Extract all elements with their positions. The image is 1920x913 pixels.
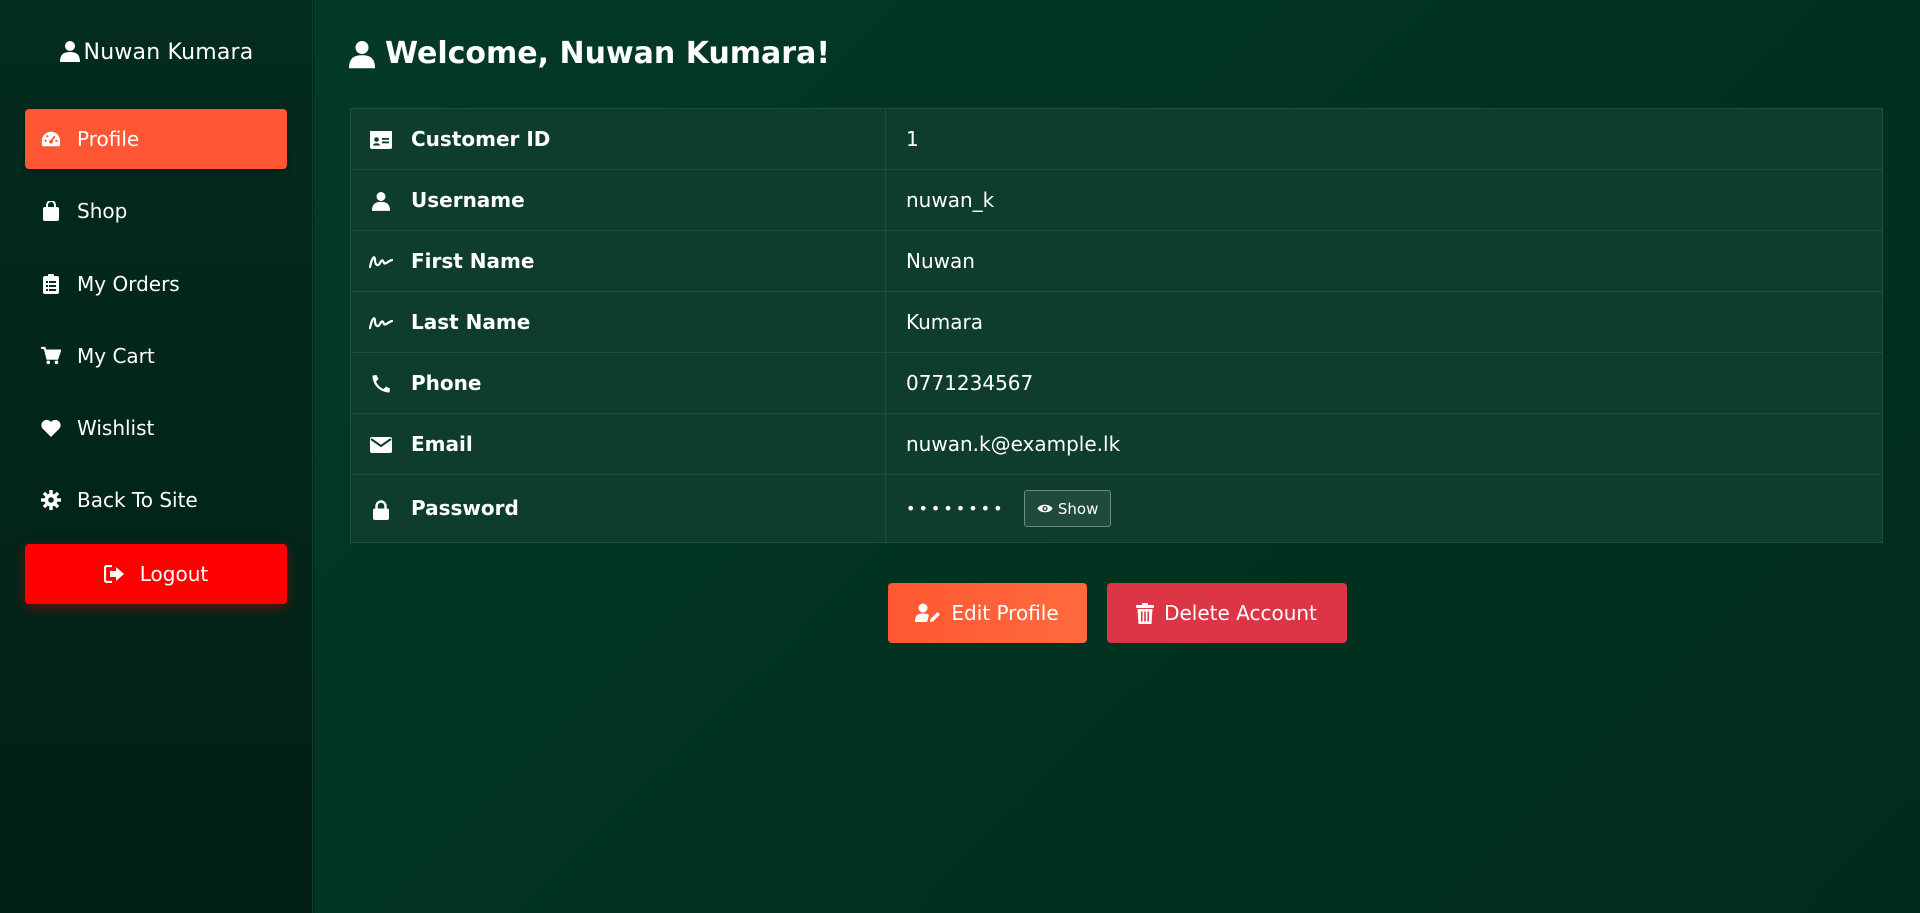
- logout-label: Logout: [139, 562, 209, 586]
- sidebar-item-label: My Orders: [77, 272, 180, 296]
- sidebar-item-label: Shop: [77, 199, 128, 223]
- user-icon: [369, 190, 393, 212]
- action-bar: Edit Profile Delete Account: [314, 583, 1920, 643]
- profile-table: Customer ID 1 Username nuwan_k First Nam…: [350, 108, 1883, 543]
- signature-icon: [369, 251, 393, 273]
- delete-account-button[interactable]: Delete Account: [1106, 583, 1347, 643]
- delete-account-label: Delete Account: [1164, 601, 1317, 625]
- id-card-icon: [369, 129, 393, 151]
- row-value: Kumara: [885, 291, 1883, 353]
- row-value: Nuwan: [885, 230, 1883, 292]
- sidebar-item-label: Wishlist: [77, 416, 155, 440]
- welcome-text: Welcome, Nuwan Kumara!: [385, 36, 831, 71]
- dashboard-icon: [41, 129, 61, 149]
- lock-icon: [369, 499, 393, 521]
- cart-icon: [41, 346, 61, 366]
- table-row: Password •••••••• Show: [350, 474, 1883, 543]
- phone-icon: [369, 373, 393, 395]
- table-row: First Name Nuwan: [350, 230, 1883, 292]
- password-mask: ••••••••: [906, 499, 1006, 518]
- table-row: Email nuwan.k@example.lk: [350, 413, 1883, 475]
- row-label: Phone: [411, 370, 482, 395]
- sidebar: Nuwan Kumara Profile Shop My Orders My C…: [0, 0, 313, 913]
- sidebar-item-profile[interactable]: Profile: [25, 109, 287, 169]
- edit-profile-button[interactable]: Edit Profile: [887, 583, 1087, 643]
- row-label: Last Name: [411, 309, 531, 334]
- table-row: Phone 0771234567: [350, 352, 1883, 414]
- heart-icon: [41, 418, 61, 438]
- sidebar-item-my-cart[interactable]: My Cart: [25, 326, 287, 386]
- sidebar-user: Nuwan Kumara: [0, 40, 313, 68]
- row-value: nuwan_k: [885, 169, 1883, 231]
- table-row: Username nuwan_k: [350, 169, 1883, 231]
- show-password-label: Show: [1057, 499, 1099, 518]
- sign-out-icon: [103, 565, 126, 583]
- row-value: nuwan.k@example.lk: [885, 413, 1883, 475]
- page-title: Welcome, Nuwan Kumara!: [349, 36, 830, 71]
- clipboard-icon: [41, 274, 61, 294]
- gear-icon: [41, 490, 61, 510]
- logout-button[interactable]: Logout: [25, 544, 287, 604]
- sidebar-user-name: Nuwan Kumara: [83, 40, 254, 65]
- eye-icon: [1037, 503, 1053, 514]
- row-value: 1: [885, 108, 1883, 170]
- shopping-bag-icon: [41, 201, 61, 221]
- show-password-button[interactable]: Show: [1023, 490, 1112, 527]
- row-label: Password: [411, 496, 519, 521]
- sidebar-item-my-orders[interactable]: My Orders: [25, 254, 287, 314]
- trash-icon: [1136, 602, 1155, 624]
- main-content: Welcome, Nuwan Kumara! Customer ID 1 Use…: [314, 0, 1920, 913]
- sidebar-item-wishlist[interactable]: Wishlist: [25, 398, 287, 458]
- row-label: Customer ID: [411, 126, 551, 151]
- envelope-icon: [369, 434, 393, 456]
- row-label: First Name: [411, 248, 535, 273]
- sidebar-item-shop[interactable]: Shop: [25, 181, 287, 241]
- edit-profile-label: Edit Profile: [951, 601, 1059, 625]
- user-icon: [349, 39, 375, 69]
- row-label: Username: [411, 187, 525, 212]
- sidebar-item-label: My Cart: [77, 344, 155, 368]
- sidebar-item-back-to-site[interactable]: Back To Site: [25, 470, 287, 530]
- sidebar-item-label: Profile: [77, 127, 140, 151]
- sidebar-item-label: Back To Site: [77, 488, 198, 512]
- row-value: 0771234567: [885, 352, 1883, 414]
- table-row: Customer ID 1: [350, 108, 1883, 170]
- signature-icon: [369, 312, 393, 334]
- user-edit-icon: [915, 603, 941, 623]
- table-row: Last Name Kumara: [350, 291, 1883, 353]
- user-icon: [59, 40, 80, 68]
- row-label: Email: [411, 431, 473, 456]
